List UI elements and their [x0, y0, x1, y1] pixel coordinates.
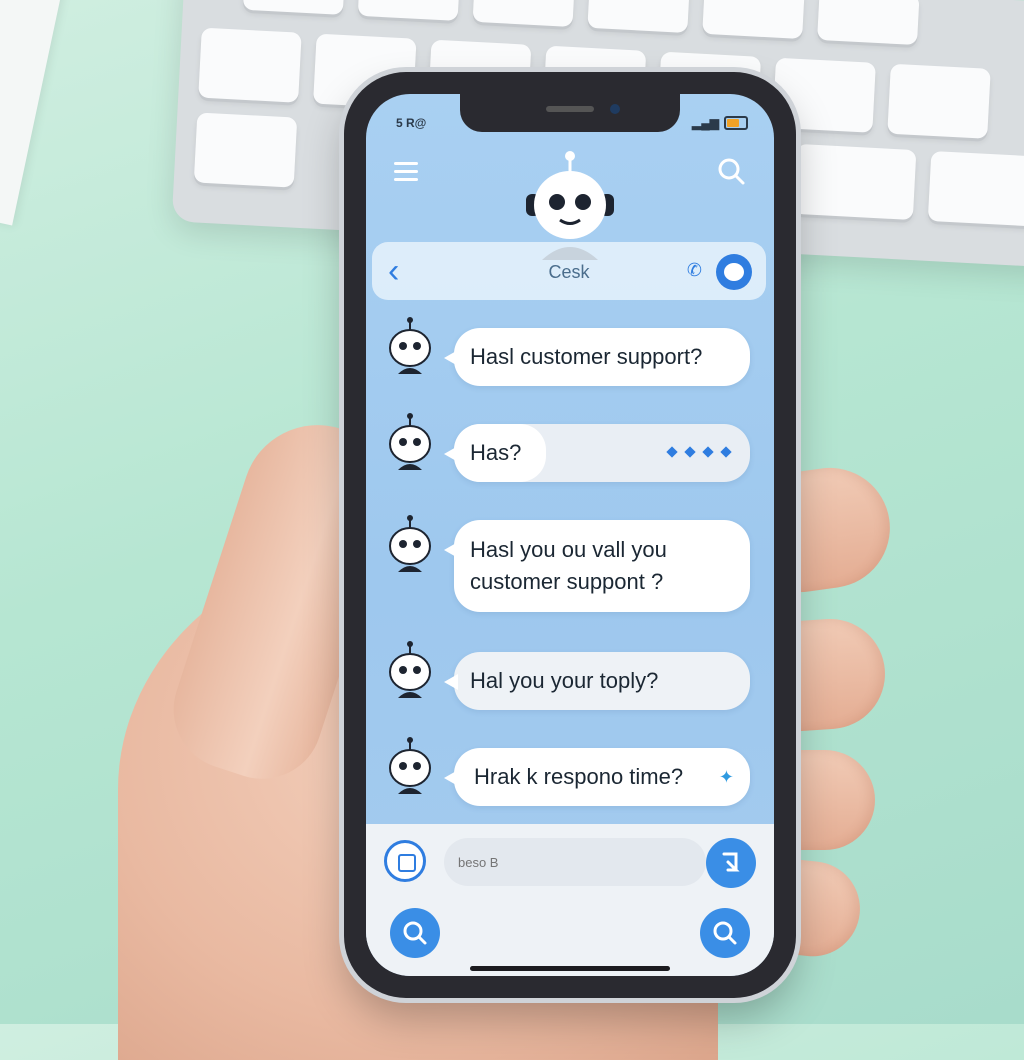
message-text-line: customer suppont ?: [470, 569, 664, 594]
phone-icon[interactable]: ✆: [687, 260, 702, 281]
hamburger-menu-icon[interactable]: [394, 162, 418, 182]
message-bubble: Hal you your toply?: [444, 652, 750, 710]
robot-avatar-icon: [389, 515, 431, 572]
chat-title: Cesk: [548, 262, 590, 282]
home-indicator: [470, 966, 670, 971]
smartphone: 5 R@ ▂▄▆ ‹ Cesk ✆ Hasl customer support?…: [344, 72, 796, 998]
send-button[interactable]: [706, 838, 756, 888]
robot-avatar-icon: [389, 737, 431, 794]
message-row: Hasl customer support?: [380, 316, 770, 406]
search-button-left[interactable]: [390, 908, 440, 958]
search-icon: [403, 921, 427, 945]
typing-bubble: Has?: [444, 424, 750, 482]
message-row: Hal you your toply?: [380, 640, 770, 730]
notch: [460, 94, 680, 132]
search-icon[interactable]: [716, 156, 746, 186]
composer: [366, 824, 774, 976]
sparkle-icon: ✦: [718, 767, 734, 787]
typing-indicator: [666, 446, 732, 458]
phone-screen: 5 R@ ▂▄▆ ‹ Cesk ✆ Hasl customer support?…: [366, 94, 774, 976]
toggle-icon[interactable]: [716, 254, 752, 290]
search-icon: [713, 921, 737, 945]
robot-avatar-icon: [389, 641, 431, 698]
message-bubble: Hasl customer support?: [444, 328, 750, 386]
message-text-line: Hasl you ou vall you: [470, 537, 667, 562]
chat-nav-bar: ‹ Cesk ✆: [372, 242, 766, 300]
message-text: Has?: [470, 440, 522, 465]
search-button-right[interactable]: [700, 908, 750, 958]
send-icon: [722, 852, 740, 872]
status-bar-right: ▂▄▆: [692, 116, 748, 130]
status-bar-left: 5 R@: [396, 116, 427, 130]
message-input[interactable]: [444, 838, 706, 886]
message-row: Hasl you ou vall you customer suppont ?: [380, 514, 770, 624]
message-text: Hal you your toply?: [470, 668, 659, 693]
message-row: Hrak k respono time? ✦: [380, 736, 770, 826]
message-bubble: Hasl you ou vall you customer suppont ?: [444, 520, 750, 612]
message-row: Has?: [380, 412, 770, 502]
paper-sheet: [0, 0, 67, 226]
robot-avatar-icon: [389, 413, 431, 470]
message-text: Hasl customer support?: [470, 344, 703, 369]
battery-icon: [724, 116, 748, 130]
message-bubble: Hrak k respono time? ✦: [444, 748, 750, 806]
robot-avatar-icon: [389, 317, 431, 374]
message-text: Hrak k respono time?: [474, 764, 684, 789]
signal-icon: ▂▄▆: [692, 116, 719, 130]
image-icon[interactable]: [384, 840, 426, 882]
